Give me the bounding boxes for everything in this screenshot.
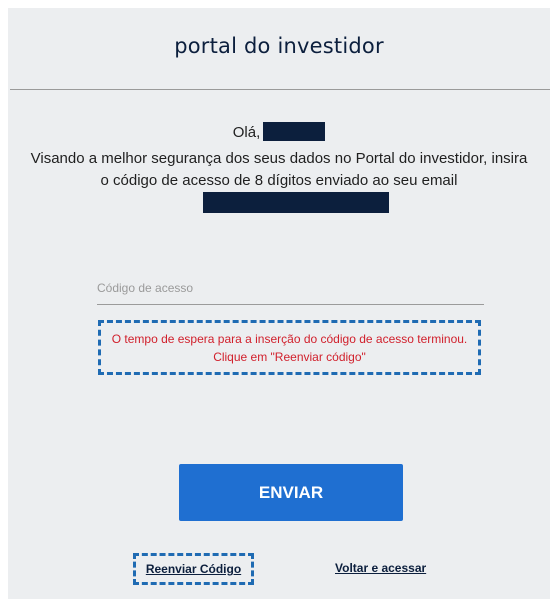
instruction-text: Visando a melhor segurança dos seus dado… (8, 148, 550, 192)
greeting-text: Olá, (232, 124, 261, 141)
timeout-alert-text: O tempo de espera para a inserção do cód… (111, 331, 468, 364)
redacted-username (263, 122, 326, 141)
back-and-access-link[interactable]: Voltar e acessar (335, 561, 426, 575)
timeout-alert: O tempo de espera para a inserção do cód… (98, 320, 481, 375)
resend-highlight: Reenviar Código (133, 553, 254, 585)
instruction-line-2: o código de acesso de 8 dígitos enviado … (100, 172, 458, 189)
greeting: Olá, (8, 122, 550, 141)
instruction-line-1: Visando a melhor segurança dos seus dado… (30, 150, 528, 167)
send-button[interactable]: ENVIAR (179, 464, 403, 521)
page-title: portal do investidor (174, 34, 384, 58)
login-panel: portal do investidor Olá, Visando a melh… (8, 8, 550, 599)
resend-code-link[interactable]: Reenviar Código (146, 562, 241, 576)
header-divider (10, 89, 550, 90)
access-code-input[interactable] (97, 276, 484, 305)
redacted-email (203, 192, 389, 213)
